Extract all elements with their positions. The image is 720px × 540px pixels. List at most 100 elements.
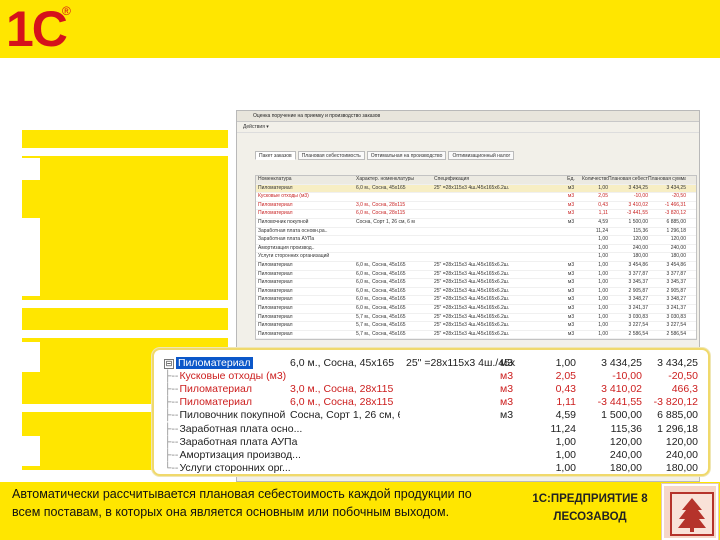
cell-item: Пиломатериал	[258, 201, 293, 208]
cell-sum: 3 241,37	[666, 304, 686, 311]
cell-characteristic: Сосна, Сорт 1, 26 см, 6 м	[356, 218, 415, 225]
cell-characteristic: 5,7 м., Сосна, 45х165	[356, 330, 406, 337]
grid-row[interactable]: Пиломатериал 5,7 м., Сосна, 45х165 25" =28…	[256, 331, 696, 340]
cell-qty: 1,00	[598, 253, 608, 260]
product-line-edition: ЛЕСОЗАВОД	[553, 511, 627, 523]
product-name: 1С:ПРЕДПРИЯТИЕ 8 ЛЕСОЗАВОД	[515, 490, 665, 526]
grid-row[interactable]: Кусковые отходы (м3) м3 2,05 -10,00 -20,50	[256, 193, 696, 202]
cell-characteristic: 6,0 м., Сосна, 45х165	[356, 296, 406, 303]
bar-notch	[22, 436, 40, 466]
cell-sum: 3 454,86	[666, 261, 686, 268]
cell-cost: 3 348,27	[628, 296, 648, 303]
cell-characteristic: 6,0 м., Сосна, 45х165	[356, 261, 406, 268]
cell-cost: 2 905,87	[628, 287, 648, 294]
cell-unit: м3	[567, 193, 575, 200]
cell-qty: 1,00	[598, 296, 608, 303]
zoom-item-label: Пиломатериал	[179, 383, 252, 396]
grid-row[interactable]: Пиломатериал 6,0 м., Сосна, 45х165 25" =28…	[256, 305, 696, 314]
cell-cost: 3 454,86	[628, 261, 648, 268]
cell-sum: 180,00	[670, 253, 686, 260]
col-header-cost[interactable]: Плановая себестоимость	[608, 176, 648, 184]
cell-sum: 3 377,87	[666, 270, 686, 277]
grid-row[interactable]: Пиломатериал 5,7 м., Сосна, 45х165 25" =28…	[256, 314, 696, 323]
grid-row[interactable]: Заработная плата АУПа 1,00 120,00 120,00	[256, 236, 696, 245]
actions-menu[interactable]: Действия ▾	[237, 122, 699, 133]
fir-tree-icon	[678, 498, 706, 532]
zoom-item-label: Заработная плата осно...	[179, 422, 303, 435]
cell-unit: м3	[567, 313, 575, 320]
cell-cost: 120,00	[632, 236, 648, 243]
cell-item: Кусковые отходы (м3)	[258, 193, 309, 200]
col-header-spec[interactable]: Спецификация	[434, 176, 560, 184]
brand-band	[0, 0, 720, 58]
col-header-characteristic[interactable]: Характер. номенклатуры	[356, 176, 434, 184]
grid-row[interactable]: Пиломатериал 6,0 м., Сосна, 28х115 м3 1,11 -…	[256, 210, 696, 219]
cell-sum: 3 348,27	[666, 296, 686, 303]
cell-cost: -3 441,55	[626, 210, 648, 217]
grid-row[interactable]: Пиловочник покупной Сосна, Сорт 1, 26 см,…	[256, 219, 696, 228]
cell-sum: 1 296,18	[666, 227, 686, 234]
tab-planned-cost[interactable]: Плановая себестоимость	[297, 151, 365, 160]
cell-qty: 1,00	[598, 279, 608, 286]
collapse-toggle-icon[interactable]: ⊟	[164, 359, 174, 369]
grid-row[interactable]: Амортизация производ.. 1,00 240,00 240,00	[256, 245, 696, 254]
bar-divider	[22, 300, 228, 308]
grid-row[interactable]: Пиломатериал 6,0 м., Сосна, 45х165 25" =28…	[256, 279, 696, 288]
cell-sum: 2 586,54	[666, 330, 686, 337]
col-header-unit[interactable]: Ед.	[560, 176, 582, 184]
cell-item: Пиломатериал	[258, 279, 293, 286]
cell-spec: 25" =28х115х3 4ш./45х165х6.2ш.	[434, 279, 510, 286]
cell-spec: 25" =28х115х3 4ш./45х165х6.2ш.	[434, 296, 510, 303]
cell-qty: 1,00	[598, 270, 608, 277]
cell-sum: 240,00	[670, 244, 686, 251]
grid-row[interactable]: Пиломатериал 3,0 м., Сосна, 28х115 м3 0,43 3…	[256, 202, 696, 211]
cell-item: Пиломатериал	[258, 184, 293, 191]
col-header-sum[interactable]: Плановая сумма	[648, 176, 686, 184]
cell-spec: 25" =28х115х3 4ш./45х165х6.2ш.	[434, 287, 510, 294]
grid-row[interactable]: Пиломатериал 6,0 м., Сосна, 45х165 25" =28…	[256, 262, 696, 271]
cell-item: Пиломатериал	[258, 296, 293, 303]
cell-unit: м3	[567, 201, 575, 208]
cell-sum: 3 434,25	[666, 184, 686, 191]
slide-caption: Автоматически рассчитывается плановая се…	[12, 487, 472, 519]
tab-optimal-production[interactable]: Оптимальная на производство	[366, 151, 447, 160]
zoom-row[interactable]: └--Услуги сторонних орг... 1,00 180,00 180,…	[154, 461, 708, 474]
cell-qty: 1,00	[598, 322, 608, 329]
zoom-item-label: Заработная плата АУПа	[179, 435, 298, 448]
grid-row[interactable]: Пиломатериал 5,7 м., Сосна, 45х165 25" =28…	[256, 322, 696, 331]
cell-characteristic: 6,0 м., Сосна, 45х165	[356, 304, 406, 311]
grid-row[interactable]: Услуги сторонних организаций 1,00 180,00 18…	[256, 253, 696, 262]
zoom-item-label: Услуги сторонних орг...	[179, 461, 291, 474]
cell-qty: 1,00	[598, 236, 608, 243]
cell-qty: 1,00	[598, 313, 608, 320]
col-header-item[interactable]: Номенклатура	[256, 176, 356, 184]
bar-notch	[22, 158, 40, 180]
cell-item: Заработная плата основн.ра..	[258, 227, 328, 234]
cell-item: Пиломатериал	[258, 261, 293, 268]
cell-unit: м3	[567, 279, 575, 286]
tree-line-icon: ├--	[164, 396, 179, 409]
grid-row[interactable]: Пиломатериал 6,0 м., Сосна, 45х165 25" =28…	[256, 184, 696, 194]
grid-row[interactable]: Заработная плата основн.ра.. 11,24 115,36 1…	[256, 228, 696, 237]
col-header-qty[interactable]: Количество	[582, 176, 608, 184]
cell-qty: 1,00	[598, 184, 608, 191]
tab-order-package[interactable]: Пакет заказов	[255, 151, 296, 160]
grid-row[interactable]: Пиломатериал 6,0 м., Сосна, 45х165 25" =28…	[256, 288, 696, 297]
window-title: Оценка поручение на приемку и производст…	[237, 111, 699, 122]
cell-characteristic: 6,0 м., Сосна, 45х165	[356, 184, 406, 191]
grid-row[interactable]: Пиломатериал 6,0 м., Сосна, 45х165 25" =28…	[256, 296, 696, 305]
cell-characteristic: 6,0 м., Сосна, 45х165	[356, 279, 406, 286]
tree-line-icon: ├--	[164, 422, 179, 435]
tree-line-icon: ├--	[164, 435, 179, 448]
planned-cost-grid: Номенклатура Характер. номенклатуры Специф…	[255, 175, 697, 341]
cell-characteristic: 6,0 м., Сосна, 28х115	[356, 210, 406, 217]
tree-line-icon: ├--	[164, 448, 179, 461]
cell-unit: м3	[567, 270, 575, 277]
cell-qty: 2,05	[598, 193, 608, 200]
cell-characteristic: 6,0 м., Сосна, 45х165	[356, 270, 406, 277]
grid-row[interactable]: Пиломатериал 6,0 м., Сосна, 45х165 25" =28…	[256, 271, 696, 280]
cell-unit: м3	[567, 322, 575, 329]
cell-spec: 25" =28х115х3 4ш./45х165х6.2ш.	[434, 313, 510, 320]
zoom-item-label: Пиловочник покупной	[179, 409, 286, 422]
tab-optimization[interactable]: Оптимизационный налог	[448, 151, 515, 160]
